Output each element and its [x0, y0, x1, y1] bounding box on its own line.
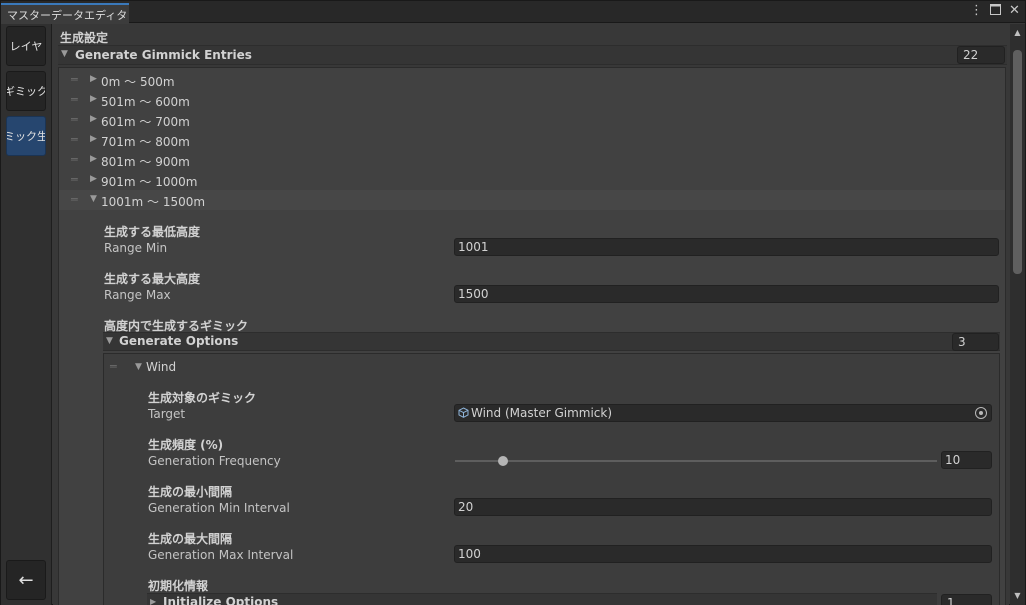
list-item[interactable]: ═ ▶ 601m ～ 700m — [59, 110, 1005, 130]
tab-bar: マスターデータエディター ⋮ ✕ — [1, 1, 1025, 38]
maximize-icon[interactable] — [989, 4, 1002, 18]
sidebar-item-layer[interactable]: レイヤ — [6, 26, 46, 66]
chevron-down-icon: ▼ — [61, 49, 68, 59]
drag-handle-icon[interactable]: ═ — [71, 93, 78, 106]
frequency-label: Generation Frequency — [148, 454, 281, 468]
max-interval-field[interactable]: 100 — [454, 545, 992, 563]
sidebar-item-gimmick-generation[interactable]: ミック生 — [6, 116, 46, 156]
range-max-label: Range Max — [104, 288, 171, 302]
min-interval-field[interactable]: 20 — [454, 498, 992, 516]
target-jp-label: 生成対象のギミック — [148, 391, 257, 405]
close-icon[interactable]: ✕ — [1008, 4, 1021, 18]
entries-list: ═ ▶ 0m ～ 500m ═ ▶ 501m ～ 600m ═ ▶ 601m ～… — [58, 67, 1006, 605]
drag-handle-icon[interactable]: ═ — [71, 193, 78, 206]
frequency-slider-track[interactable] — [455, 460, 937, 462]
option-name[interactable]: Wind — [146, 360, 176, 374]
list-item[interactable]: ═ ▶ 801m ～ 900m — [59, 150, 1005, 170]
target-object-field[interactable]: Wind (Master Gimmick) — [454, 404, 992, 422]
entry-label: 701m ～ 800m — [101, 135, 190, 149]
inspector-content: 生成設定 ▼ Generate Gimmick Entries 22 ═ ▶ 0… — [53, 24, 1009, 605]
generate-options-count-field[interactable]: 3 — [952, 333, 999, 351]
generate-options-header-label: Generate Options — [119, 334, 239, 348]
frequency-jp-label: 生成頻度 (%) — [148, 438, 224, 452]
sidebar-item-gimmick[interactable]: ギミック — [6, 71, 46, 111]
generate-options-list: ═ ▼ Wind 生成対象のギミック Target Wind (Master G… — [103, 353, 1000, 605]
entry-label: 1001m ～ 1500m — [101, 195, 206, 209]
initialize-options-header-label: Initialize Options — [163, 595, 279, 605]
range-min-jp-label: 生成する最低高度 — [104, 225, 201, 239]
entry-label: 901m ～ 1000m — [101, 175, 198, 189]
drag-handle-icon[interactable]: ═ — [71, 73, 78, 86]
entry-label: 0m ～ 500m — [101, 75, 175, 89]
min-interval-jp-label: 生成の最小間隔 — [148, 485, 233, 499]
scroll-up-arrow-icon[interactable]: ▲ — [1010, 26, 1025, 39]
drag-handle-icon[interactable]: ═ — [71, 113, 78, 126]
initialize-options-foldout-header[interactable]: ▶ Initialize Options — [147, 593, 937, 605]
list-item-expanded[interactable]: ═ ▼ 1001m ～ 1500m — [59, 190, 1005, 210]
max-interval-label: Generation Max Interval — [148, 548, 294, 562]
entry-label: 801m ～ 900m — [101, 155, 190, 169]
entries-foldout-header[interactable]: ▼ Generate Gimmick Entries — [58, 45, 1007, 65]
entries-count-field[interactable]: 22 — [957, 46, 1005, 64]
range-min-label: Range Min — [104, 241, 168, 255]
list-item[interactable]: ═ ▶ 0m ～ 500m — [59, 70, 1005, 90]
range-min-field[interactable]: 1001 — [454, 238, 999, 256]
sidebar: レイヤ ギミック ミック生 ← — [1, 24, 52, 605]
tab-master-data-editor[interactable]: マスターデータエディター — [1, 3, 129, 38]
window-tools: ⋮ ✕ — [970, 4, 1021, 18]
entries-header-label: Generate Gimmick Entries — [75, 48, 252, 62]
min-interval-label: Generation Min Interval — [148, 501, 290, 515]
entry-label: 601m ～ 700m — [101, 115, 190, 129]
initialize-options-count-field[interactable]: 1 — [941, 594, 992, 605]
list-item[interactable]: ═ ▶ 901m ～ 1000m — [59, 170, 1005, 190]
object-picker-icon[interactable] — [975, 407, 987, 419]
range-max-field[interactable]: 1500 — [454, 285, 999, 303]
generate-options-foldout-header[interactable]: ▼ Generate Options — [103, 332, 1000, 351]
range-max-jp-label: 生成する最大高度 — [104, 272, 201, 286]
scroll-down-arrow-icon[interactable]: ▼ — [1010, 589, 1025, 602]
target-label: Target — [148, 407, 186, 421]
drag-handle-icon[interactable]: ═ — [71, 173, 78, 186]
list-item[interactable]: ═ ▶ 701m ～ 800m — [59, 130, 1005, 150]
drag-handle-icon[interactable]: ═ — [71, 133, 78, 146]
chevron-right-icon: ▶ — [150, 597, 157, 605]
entry-label: 501m ～ 600m — [101, 95, 190, 109]
drag-handle-icon[interactable]: ═ — [110, 360, 117, 373]
chevron-down-icon: ▼ — [106, 336, 113, 346]
section-title: 生成設定 — [60, 31, 109, 45]
drag-handle-icon[interactable]: ═ — [71, 153, 78, 166]
master-data-editor-window: マスターデータエディター ⋮ ✕ レイヤ ギミック ミック生 ← 生成設定 ▼ … — [0, 0, 1026, 605]
max-interval-jp-label: 生成の最大間隔 — [148, 532, 233, 546]
back-arrow-icon[interactable]: ← — [6, 560, 46, 600]
frequency-field[interactable]: 10 — [941, 451, 992, 469]
list-item[interactable]: ═ ▶ 501m ～ 600m — [59, 90, 1005, 110]
more-vertical-icon[interactable]: ⋮ — [970, 4, 983, 18]
target-value: Wind (Master Gimmick) — [471, 406, 613, 420]
vertical-scrollbar[interactable]: ▲ ▼ — [1010, 24, 1025, 605]
frequency-slider-thumb[interactable] — [498, 456, 509, 466]
init-jp-label: 初期化情報 — [148, 579, 209, 593]
scriptable-object-icon — [458, 407, 469, 418]
scrollbar-thumb[interactable] — [1013, 50, 1022, 274]
